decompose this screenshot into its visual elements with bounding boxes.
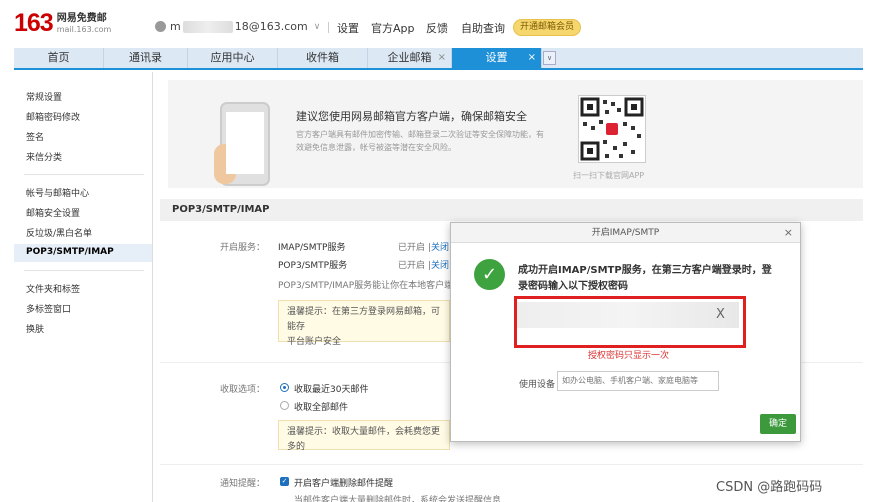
sidebar-item-security[interactable]: 邮箱安全设置: [26, 206, 80, 219]
tab-enterprise-mail[interactable]: 企业邮箱 ×: [368, 48, 452, 68]
tab-inbox[interactable]: 收件箱: [278, 48, 368, 68]
account-icon: [155, 21, 166, 32]
divider: [160, 464, 863, 465]
notify-label: 通知提醒：: [220, 479, 266, 489]
security-tip-box: 温馨提示：在第三方登录网易邮箱，可能存 平台账户安全: [278, 300, 450, 347]
tab-label: 收件箱: [306, 51, 339, 64]
pop3-status: 已开启 |: [398, 261, 431, 271]
sidebar-item-password[interactable]: 邮箱密码修改: [26, 110, 80, 123]
phone-illustration: [214, 102, 270, 186]
receive-tip-text: 温馨提示：收取大量邮件，会耗费您更多的: [287, 427, 441, 452]
notify-delete-checkbox[interactable]: ✓: [280, 477, 289, 486]
security-tip-line2: 平台账户安全: [287, 337, 342, 347]
qr-caption: 扫一扫下载官网APP: [573, 171, 645, 180]
tab-apps[interactable]: 应用中心: [188, 48, 278, 68]
sidebar-item-general[interactable]: 常规设置: [26, 90, 62, 103]
sidebar-item-multitab[interactable]: 多标签窗口: [26, 302, 71, 315]
sidebar-item-account-center[interactable]: 帐号与邮箱中心: [26, 186, 89, 199]
feedback-link[interactable]: 反馈: [426, 20, 448, 36]
logo-domain: mail.163.com: [56, 25, 112, 34]
watermark: CSDN @路跑码码: [716, 480, 823, 495]
imap-smtp-dialog: 开启IMAP/SMTP × ✓ 成功开启IMAP/SMTP服务，在第三方客户端登…: [450, 222, 801, 442]
logo[interactable]: 163 网易免费邮 mail.163.com: [14, 10, 111, 36]
settings-sidebar: 常规设置 邮箱密码修改 签名 来信分类 帐号与邮箱中心 邮箱安全设置 反垃圾/黑…: [14, 72, 153, 502]
check-icon: ✓: [474, 259, 505, 290]
official-app-link[interactable]: 官方App: [371, 20, 415, 36]
imap-service-name: IMAP/SMTP服务: [278, 243, 346, 253]
phone-screen: [226, 112, 264, 174]
tab-home[interactable]: 首页: [14, 48, 104, 68]
imap-status: 已开启 |: [398, 243, 431, 253]
logo-title: 网易免费邮: [56, 13, 107, 24]
pop3-service-name: POP3/SMTP服务: [278, 261, 348, 271]
divider: [24, 174, 144, 175]
device-label: 使用设备: [519, 380, 556, 390]
tab-settings[interactable]: 设置 ×: [452, 48, 542, 68]
notify-delete-label: 开启客户端删除邮件提醒: [294, 479, 394, 489]
chevron-down-icon[interactable]: ∨: [543, 51, 556, 65]
sidebar-item-folders[interactable]: 文件夹和标签: [26, 282, 80, 295]
sidebar-item-skin[interactable]: 换肤: [26, 322, 44, 335]
success-message: 成功开启IMAP/SMTP服务，在第三方客户端登录时，登录密码输入以下授权密码: [518, 265, 772, 292]
tab-label: 企业邮箱: [387, 51, 432, 64]
chevron-down-icon: ∨: [313, 21, 321, 32]
pop-note: POP3/SMTP/IMAP服务能让你在本地客户端: [278, 281, 454, 291]
divider: [328, 22, 329, 33]
client-promo-banner: 建议您使用网易邮箱官方客户端，确保邮箱安全 官方客户端具有邮件加密传输、邮箱登录…: [168, 80, 863, 188]
account-suffix: 18@163.com: [234, 20, 308, 33]
section-title: POP3/SMTP/IMAP: [160, 199, 863, 221]
qr-code: [578, 95, 646, 163]
tab-contacts[interactable]: 通讯录: [104, 48, 188, 68]
tab-label: 应用中心: [210, 51, 255, 64]
tab-label: 通讯录: [129, 51, 162, 64]
redacted-account: [182, 20, 233, 33]
vip-button[interactable]: 开通邮箱会员: [513, 19, 582, 36]
receive-30days-radio[interactable]: [280, 383, 289, 392]
settings-link[interactable]: 设置: [337, 20, 359, 36]
receive-all-label: 收取全部邮件: [294, 403, 349, 413]
main-tabs: 首页 通讯录 应用中心 收件箱 企业邮箱 × 设置 × ∨: [14, 48, 863, 70]
sidebar-item-pop3-smtp-imap[interactable]: POP3/SMTP/IMAP: [26, 247, 114, 257]
dialog-title: 开启IMAP/SMTP: [451, 223, 800, 243]
close-icon[interactable]: ×: [438, 48, 446, 68]
close-icon[interactable]: ×: [528, 48, 536, 68]
promo-description: 官方客户端具有邮件加密传输、邮箱登录二次验证等安全保障功能，有效避免信息泄露，帐…: [296, 130, 544, 152]
account-menu[interactable]: m 18@163.com ∨: [155, 20, 320, 33]
logo-text: 网易免费邮 mail.163.com: [57, 13, 112, 35]
self-query-link[interactable]: 自助查询: [461, 20, 505, 36]
show-once-note: 授权密码只显示一次: [588, 351, 670, 361]
sidebar-item-antispam[interactable]: 反垃圾/黑白名单: [26, 226, 92, 239]
sidebar-item-signature[interactable]: 签名: [26, 130, 44, 143]
device-input[interactable]: 如办公电脑、手机客户端、家庭电脑等: [557, 371, 719, 391]
receive-options-label: 收取选项：: [220, 385, 266, 395]
receive-tip-box: 温馨提示：收取大量邮件，会耗费您更多的: [278, 420, 450, 452]
highlight-box: [514, 296, 746, 348]
top-header: 163 网易免费邮 mail.163.com m 18@163.com ∨ 设置…: [0, 0, 869, 46]
account-prefix: m: [170, 20, 181, 33]
confirm-button[interactable]: 确定: [760, 414, 796, 434]
logo-number: 163: [14, 9, 54, 37]
security-tip-line1: 温馨提示：在第三方登录网易邮箱，可能存: [287, 307, 441, 332]
qr-code-pattern: [580, 97, 644, 161]
imap-close-link[interactable]: 关闭: [431, 240, 449, 253]
tab-label: 设置: [485, 51, 508, 64]
divider: [24, 270, 144, 271]
receive-30days-label: 收取最近30天邮件: [294, 385, 369, 395]
tab-label: 首页: [47, 51, 70, 64]
receive-all-radio[interactable]: [280, 401, 289, 410]
notify-sub-text: 当邮件客户端大量删除邮件时，系统会发送提醒信息: [294, 496, 502, 502]
close-icon[interactable]: ×: [784, 223, 793, 243]
pop3-close-link[interactable]: 关闭: [431, 258, 449, 271]
enable-service-label: 开启服务：: [220, 243, 266, 253]
promo-title: 建议您使用网易邮箱官方客户端，确保邮箱安全: [296, 110, 527, 123]
sidebar-item-filters[interactable]: 来信分类: [26, 150, 62, 163]
